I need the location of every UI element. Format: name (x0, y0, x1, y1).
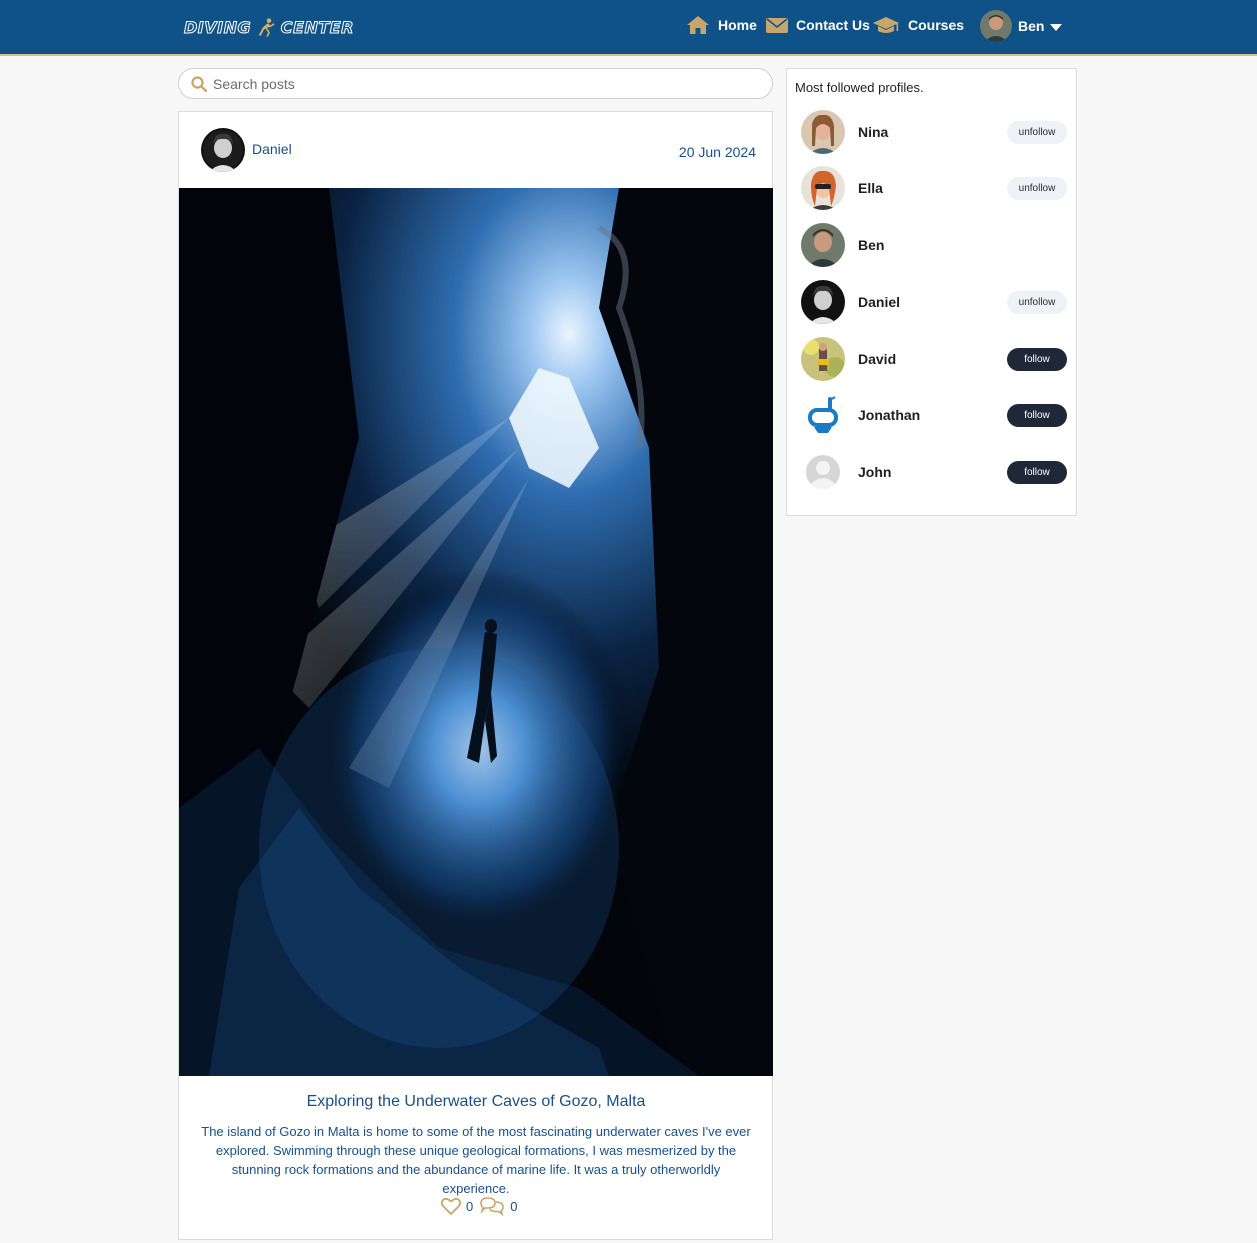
nav-home-label: Home (718, 17, 757, 33)
post-title: Exploring the Underwater Caves of Gozo, … (306, 1093, 646, 1110)
profile-row-david: David follow (801, 336, 1067, 382)
nav-courses-label: Courses (908, 17, 965, 33)
search-input[interactable] (213, 75, 753, 92)
profile-name[interactable]: Nina (858, 124, 1007, 140)
post-card: Daniel 20 Jun 2024 Exploring the Underwa… (178, 111, 773, 1240)
user-avatar (980, 10, 1012, 42)
logo-text-left: DIVING (183, 17, 252, 37)
profile-avatar[interactable] (801, 280, 845, 324)
search-bar (178, 68, 773, 99)
follow-button[interactable]: follow (1007, 460, 1067, 484)
post-actions: 0 0 (441, 1196, 523, 1216)
profile-name[interactable]: David (858, 351, 1007, 367)
diver-icon (258, 18, 275, 37)
follow-button[interactable]: follow (1007, 403, 1067, 427)
nav-home[interactable]: Home (686, 10, 757, 40)
post-image (179, 188, 773, 1076)
nav-contact-us[interactable]: Contact Us (766, 10, 870, 40)
logo-text-right: CENTER (280, 17, 354, 37)
profile-row-ben: Ben (801, 222, 1067, 268)
profile-avatar[interactable] (801, 166, 845, 210)
profile-row-daniel: Daniel unfollow (801, 279, 1067, 325)
profile-name[interactable]: Ben (858, 237, 1067, 253)
profile-avatar[interactable] (801, 337, 845, 381)
follow-button[interactable]: follow (1007, 347, 1067, 371)
profile-row-ella: Ella unfollow (801, 165, 1067, 211)
profile-avatar[interactable] (801, 223, 845, 267)
user-menu[interactable]: Ben (980, 10, 1063, 42)
likes-count: 0 (466, 1198, 474, 1214)
top-navbar: DIVING CENTER Home Contact Us Courses Be… (0, 0, 1257, 56)
comments-icon[interactable] (479, 1196, 505, 1216)
post-author[interactable]: Daniel (201, 128, 292, 172)
profile-row-nina: Nina unfollow (801, 109, 1067, 155)
diving-center-logo[interactable]: DIVING CENTER (183, 8, 354, 46)
comments-count: 0 (510, 1198, 518, 1214)
author-name[interactable]: Daniel (252, 141, 292, 157)
home-icon (687, 16, 709, 34)
profile-name[interactable]: Ella (858, 180, 1007, 196)
post-date: 20 Jun 2024 (678, 144, 756, 160)
envelope-icon (766, 18, 788, 33)
unfollow-button[interactable]: unfollow (1007, 290, 1067, 314)
nav-contact-label: Contact Us (796, 17, 870, 33)
nav-courses[interactable]: Courses (872, 10, 964, 40)
profile-name[interactable]: Jonathan (858, 407, 1007, 423)
search-icon (191, 75, 207, 92)
profile-name[interactable]: Daniel (858, 294, 1007, 310)
heart-icon[interactable] (441, 1197, 461, 1215)
profile-name[interactable]: John (858, 464, 1007, 480)
graduation-cap-icon (873, 17, 899, 33)
profile-row-jonathan: Jonathan follow (801, 392, 1067, 438)
unfollow-button[interactable]: unfollow (1007, 176, 1067, 200)
most-followed-sidebar: Most followed profiles. Nina unfollow El… (786, 68, 1077, 516)
unfollow-button[interactable]: unfollow (1007, 120, 1067, 144)
user-name: Ben (1018, 18, 1045, 34)
caret-down-icon (1050, 24, 1063, 31)
post-body: The island of Gozo in Malta is home to s… (201, 1124, 751, 1196)
sidebar-title: Most followed profiles. (795, 80, 924, 95)
profile-avatar[interactable] (801, 450, 845, 494)
profile-avatar[interactable] (801, 393, 845, 437)
profile-avatar[interactable] (801, 110, 845, 154)
profile-row-john: John follow (801, 449, 1067, 495)
author-avatar[interactable] (201, 128, 245, 172)
